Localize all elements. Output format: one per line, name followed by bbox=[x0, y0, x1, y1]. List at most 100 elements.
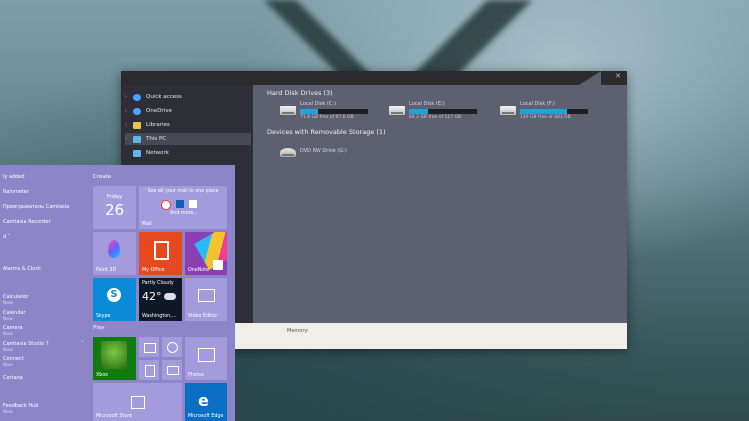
drive-dvd[interactable]: DVD RW Drive (G:) bbox=[280, 143, 390, 165]
calendar-date: 26 bbox=[104, 201, 125, 219]
drive-name: Local Disk (C:) bbox=[300, 101, 336, 107]
nav-item-network[interactable]: Network bbox=[125, 147, 251, 159]
skype-tile[interactable]: S Skype bbox=[93, 278, 136, 321]
app-list-item[interactable]: Alarms & Clock bbox=[3, 266, 41, 272]
titlebar-accent bbox=[579, 71, 601, 85]
drive-usage-fill bbox=[300, 109, 318, 114]
tile-label: Paint 3D bbox=[96, 268, 117, 273]
nav-item-this-pc[interactable]: › This PC bbox=[125, 133, 251, 145]
drive-e[interactable]: Local Disk (E:) 84.2 GB free of 117 GB bbox=[389, 101, 499, 123]
microsoft-edge-tile[interactable]: e Microsoft Edge bbox=[185, 383, 227, 421]
app-list-item[interactable]: d ˅ bbox=[3, 234, 10, 240]
tile-label: Mail bbox=[142, 222, 152, 227]
expand-arrow-icon[interactable]: › bbox=[125, 122, 133, 128]
drive-free-space: 149 GB free of 483 GB bbox=[520, 115, 571, 120]
app-list-item[interactable]: Camtasia Studio 7 ˅ New bbox=[3, 341, 84, 353]
app-new-badge: New bbox=[3, 332, 13, 337]
nav-item-label: Libraries bbox=[146, 122, 170, 128]
app-list-item[interactable]: Camera New bbox=[3, 325, 23, 337]
app-label: Rainmeter bbox=[3, 189, 30, 195]
app-list-item[interactable]: Connect New bbox=[3, 356, 24, 368]
drive-name: Local Disk (E:) bbox=[409, 101, 445, 107]
video-editor-tile[interactable]: Video Editor bbox=[185, 278, 227, 321]
outlook-icon bbox=[176, 200, 184, 208]
computer-icon bbox=[133, 135, 141, 143]
folder-icon bbox=[133, 121, 141, 129]
tile-label: My Office bbox=[142, 268, 165, 273]
office-icon bbox=[154, 241, 169, 260]
cloud-icon bbox=[133, 107, 141, 115]
recently-added-header: ly added bbox=[3, 174, 25, 180]
dvd-drive-icon bbox=[280, 148, 296, 157]
app-label: Camtasia Recorder bbox=[3, 219, 51, 225]
hard-disks-group-title[interactable]: Hard Disk Drives (3) bbox=[267, 89, 333, 97]
calculator-tile[interactable] bbox=[139, 360, 159, 380]
hard-drive-icon bbox=[280, 106, 296, 115]
weather-tile[interactable]: Partly Cloudy 42° Washington,... bbox=[139, 278, 182, 321]
memory-label: Memory: bbox=[287, 328, 309, 334]
chevron-down-icon[interactable]: ˅ bbox=[81, 341, 84, 347]
app-list-item[interactable]: Cortana bbox=[3, 375, 23, 381]
microsoft-store-tile[interactable]: Microsoft Store bbox=[93, 383, 182, 421]
app-label: Cortana bbox=[3, 375, 23, 381]
nav-item-label: OneDrive bbox=[146, 108, 172, 114]
removable-storage-group-title[interactable]: Devices with Removable Storage (1) bbox=[267, 128, 386, 136]
my-office-tile[interactable]: My Office bbox=[139, 232, 182, 275]
expand-arrow-icon[interactable]: › bbox=[125, 108, 133, 114]
google-icon bbox=[161, 200, 171, 210]
paint3d-tile[interactable]: Paint 3D bbox=[93, 232, 136, 275]
close-icon[interactable]: ✕ bbox=[615, 72, 621, 80]
app-list-item[interactable]: Проигрыватель Camtasia bbox=[3, 204, 69, 210]
video-editor-icon bbox=[198, 289, 215, 302]
drive-name: DVD RW Drive (G:) bbox=[300, 148, 347, 154]
create-section-label[interactable]: Create bbox=[93, 174, 111, 180]
app-label: d bbox=[3, 234, 7, 240]
app-list-item[interactable]: Feedback Hub New bbox=[3, 403, 39, 415]
calculator-icon bbox=[145, 365, 155, 377]
nav-item-onedrive[interactable]: › OneDrive bbox=[125, 105, 251, 117]
app-new-badge: New bbox=[3, 301, 13, 306]
nav-item-libraries[interactable]: › Libraries bbox=[125, 119, 251, 131]
camera-tile[interactable] bbox=[162, 360, 182, 380]
drive-f[interactable]: Local Disk (F:) 149 GB free of 483 GB bbox=[500, 101, 610, 123]
drive-usage-bar bbox=[520, 109, 588, 114]
expand-arrow-icon[interactable]: › bbox=[125, 136, 133, 142]
groove-tile[interactable] bbox=[162, 337, 182, 357]
app-list-item[interactable]: Rainmeter bbox=[3, 189, 29, 195]
photos-tile[interactable]: Photos bbox=[185, 337, 227, 380]
app-label: Camtasia Studio 7 bbox=[3, 341, 49, 347]
drive-usage-fill bbox=[409, 109, 429, 114]
skype-icon: S bbox=[107, 288, 121, 302]
tile-label: Microsoft Edge bbox=[188, 414, 224, 419]
camera-icon bbox=[167, 366, 179, 375]
drive-free-space: 71.8 GB free of 97.6 GB bbox=[300, 115, 354, 120]
app-list-item[interactable]: Calendar New bbox=[3, 310, 25, 322]
mail-tile[interactable]: See all your mail in one place And more.… bbox=[139, 186, 227, 229]
photos-icon bbox=[198, 348, 215, 362]
app-list-item[interactable]: Camtasia Recorder bbox=[3, 219, 51, 225]
movies-tile[interactable] bbox=[139, 337, 159, 357]
mail-promo-text: See all your mail in one place bbox=[147, 189, 219, 194]
hard-drive-icon bbox=[500, 106, 516, 115]
drive-name: Local Disk (F:) bbox=[520, 101, 555, 107]
drive-c[interactable]: Local Disk (C:) 71.8 GB free of 97.6 GB bbox=[280, 101, 390, 123]
tile-label: OneNote bbox=[188, 268, 210, 273]
calendar-tile[interactable]: Friday 26 bbox=[93, 186, 136, 229]
app-new-badge: New bbox=[3, 410, 13, 415]
xbox-character-graphic bbox=[101, 341, 127, 369]
nav-item-quick-access[interactable]: › Quick access bbox=[125, 91, 251, 103]
nav-item-label: Network bbox=[146, 150, 169, 156]
weather-temperature: 42° bbox=[142, 290, 162, 303]
onenote-tile[interactable]: OneNote bbox=[185, 232, 227, 275]
app-list-item[interactable]: Calculator New bbox=[3, 294, 28, 306]
app-label: Connect bbox=[3, 356, 24, 362]
play-section-label[interactable]: Play bbox=[93, 325, 104, 331]
mail-more-text: And more... bbox=[170, 211, 198, 216]
weather-condition: Partly Cloudy bbox=[142, 281, 174, 286]
xbox-tile[interactable]: Xbox bbox=[93, 337, 136, 380]
expand-arrow-icon[interactable]: › bbox=[125, 94, 133, 100]
drive-usage-bar bbox=[409, 109, 477, 114]
hard-drive-icon bbox=[389, 106, 405, 115]
window-titlebar[interactable]: ✕ bbox=[121, 71, 627, 85]
start-menu: ly added Rainmeter Проигрыватель Camtasi… bbox=[0, 165, 235, 421]
